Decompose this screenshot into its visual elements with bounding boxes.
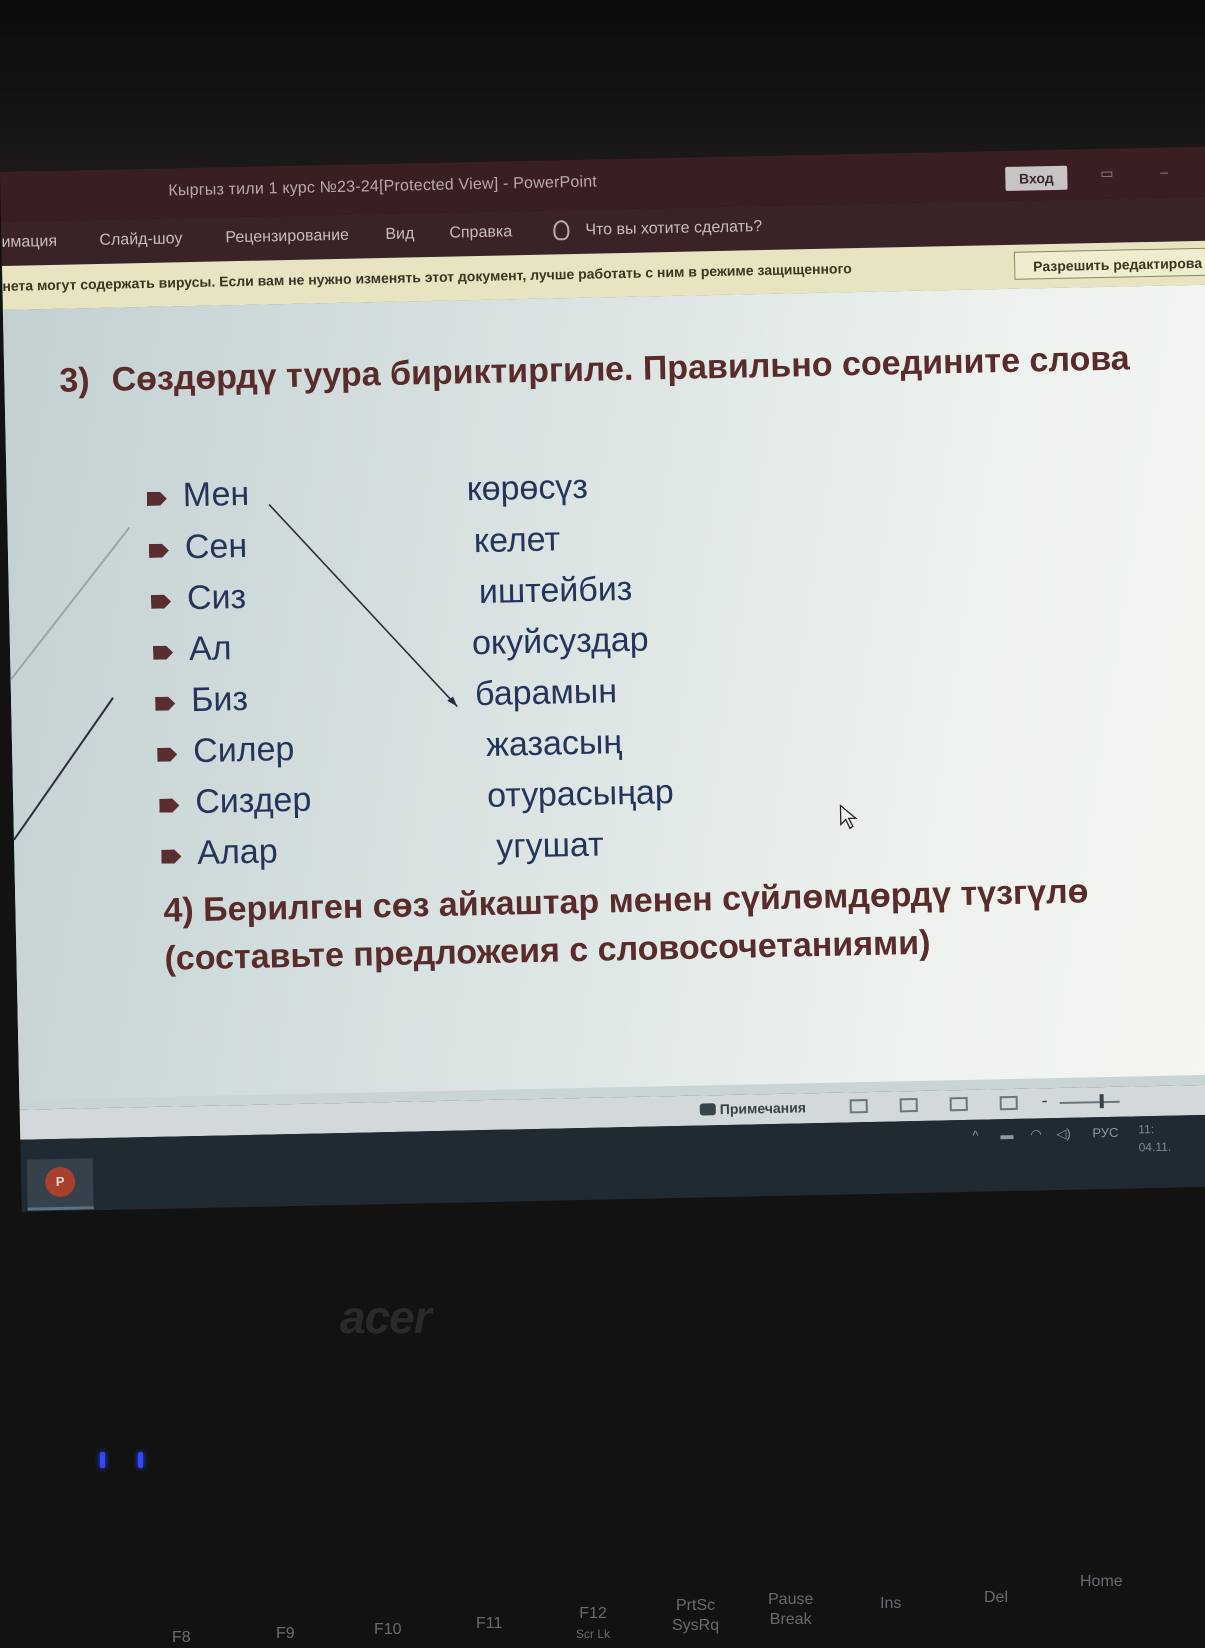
minimize-icon[interactable]: – xyxy=(1160,163,1180,180)
keyboard-key: F11 xyxy=(476,1615,503,1632)
input-language[interactable]: РУС xyxy=(1092,1125,1118,1141)
match-connector[interactable] xyxy=(3,310,458,841)
keyboard-key: Del xyxy=(984,1589,1009,1606)
slide-sorter-icon[interactable] xyxy=(899,1097,918,1113)
pronoun-item: Алар xyxy=(161,832,278,883)
keyboard-key: Home xyxy=(1080,1573,1123,1590)
laptop-brand-logo: acer xyxy=(340,1291,432,1343)
edge-shape-line xyxy=(13,697,114,841)
pronoun-item: Биз xyxy=(155,680,248,730)
task3-number: 3) xyxy=(58,361,91,400)
task3-heading: 3) Сөздөрдү туура бириктиргиле. Правильно… xyxy=(59,333,1190,405)
protected-view-message: нета могут содержать вирусы. Если вам не… xyxy=(2,260,852,294)
keyboard-key: F12 Scr Lk xyxy=(576,1605,611,1641)
tab-view[interactable]: Вид xyxy=(385,225,414,244)
powerpoint-logo-icon: P xyxy=(44,1166,76,1198)
tab-review[interactable]: Рецензирование xyxy=(225,227,349,248)
tab-slide-show[interactable]: Слайд-шоу xyxy=(99,230,182,250)
bullet-arrow-icon xyxy=(161,849,181,863)
laptop-screen: Кыргыз тили 1 курс №23-24[Protected View… xyxy=(0,146,1205,1212)
connector-line-men-baramyn xyxy=(268,503,458,708)
task4-heading: 4) Берилген сөз айкаштар менен сүйлөмдөр… xyxy=(163,872,1089,978)
verb-item: жазасың xyxy=(485,723,623,764)
taskbar-clock[interactable]: 11: 04.11. xyxy=(1138,1120,1171,1157)
lightbulb-icon xyxy=(553,220,570,241)
bullet-arrow-icon xyxy=(149,544,169,558)
tray-overflow-chevron-icon[interactable]: ^ xyxy=(972,1128,978,1143)
bullet-arrow-icon xyxy=(155,696,175,710)
verb-item: окуйсуздар xyxy=(471,620,650,663)
slideshow-view-icon[interactable] xyxy=(999,1095,1018,1111)
bullet-arrow-icon xyxy=(153,645,173,659)
wifi-icon[interactable]: ◠ xyxy=(1030,1126,1042,1142)
verb-item: угушат xyxy=(495,825,605,866)
verb-item: барамын xyxy=(474,672,618,714)
tab-help[interactable]: Справка xyxy=(449,223,512,242)
pronoun-item: Сиздер xyxy=(159,781,312,832)
verb-item: отурасыңар xyxy=(486,773,675,815)
reading-view-icon[interactable] xyxy=(949,1096,968,1112)
pronoun-item: Сен xyxy=(149,527,248,577)
keyboard-key: F9 xyxy=(276,1625,295,1642)
keyboard-key: Ins xyxy=(880,1595,902,1612)
enable-editing-button[interactable]: Разрешить редактирова xyxy=(1013,246,1205,280)
bullet-arrow-icon xyxy=(147,492,167,506)
tab-animations[interactable]: имация xyxy=(1,233,57,252)
verb-item: көрөсүз xyxy=(466,467,589,509)
keyboard-key: F8 xyxy=(172,1629,191,1646)
sign-in-button[interactable]: Вход xyxy=(1005,165,1068,191)
keyboard-key: PrtSc SysRq xyxy=(672,1597,720,1634)
bullet-arrow-icon xyxy=(151,595,171,609)
pronoun-item: Силер xyxy=(157,730,295,781)
keyboard-key: Pause Break xyxy=(768,1591,814,1628)
slide-canvas[interactable]: 3) Сөздөрдү туура бириктиргиле. Правильно… xyxy=(2,284,1205,1100)
mouse-pointer-icon xyxy=(839,804,858,830)
zoom-slider-thumb[interactable] xyxy=(1099,1094,1104,1109)
task3-text: Сөздөрдү туура бириктиргиле. Правильно с… xyxy=(111,339,1131,399)
status-led xyxy=(100,1452,105,1468)
volume-icon[interactable]: ◁) xyxy=(1056,1126,1071,1142)
bullet-arrow-icon xyxy=(159,798,179,812)
taskbar-powerpoint-button[interactable]: P xyxy=(26,1158,94,1211)
tell-me-search[interactable]: Что вы хотите сделать? xyxy=(585,218,762,240)
notes-button[interactable]: Примечания xyxy=(699,1099,806,1117)
zoom-slider[interactable] xyxy=(1059,1100,1120,1105)
verb-item: келет xyxy=(473,520,561,561)
clock-date: 04.11. xyxy=(1138,1139,1172,1155)
normal-view-icon[interactable] xyxy=(849,1099,868,1114)
bullet-arrow-icon xyxy=(157,747,177,761)
pronoun-item: Ал xyxy=(153,629,232,679)
status-led xyxy=(138,1452,143,1468)
pronoun-item: Мен xyxy=(146,475,250,525)
edge-shape-line xyxy=(9,526,131,681)
ribbon-display-options-icon[interactable]: ▭ xyxy=(1100,165,1120,181)
keyboard-key: F10 xyxy=(374,1621,402,1638)
pronoun-item: Сиз xyxy=(151,578,246,628)
clock-time: 11: xyxy=(1138,1122,1155,1137)
battery-icon[interactable]: ▬ xyxy=(1000,1127,1013,1142)
verb-item: иштейбиз xyxy=(478,569,633,612)
comment-icon xyxy=(699,1103,716,1116)
slide-editor-area: 3) Сөздөрдү туура бириктиргиле. Правильно… xyxy=(2,284,1205,1110)
window-title: Кыргыз тили 1 курс №23-24[Protected View… xyxy=(168,173,598,200)
zoom-out-icon[interactable]: - xyxy=(1041,1090,1047,1111)
